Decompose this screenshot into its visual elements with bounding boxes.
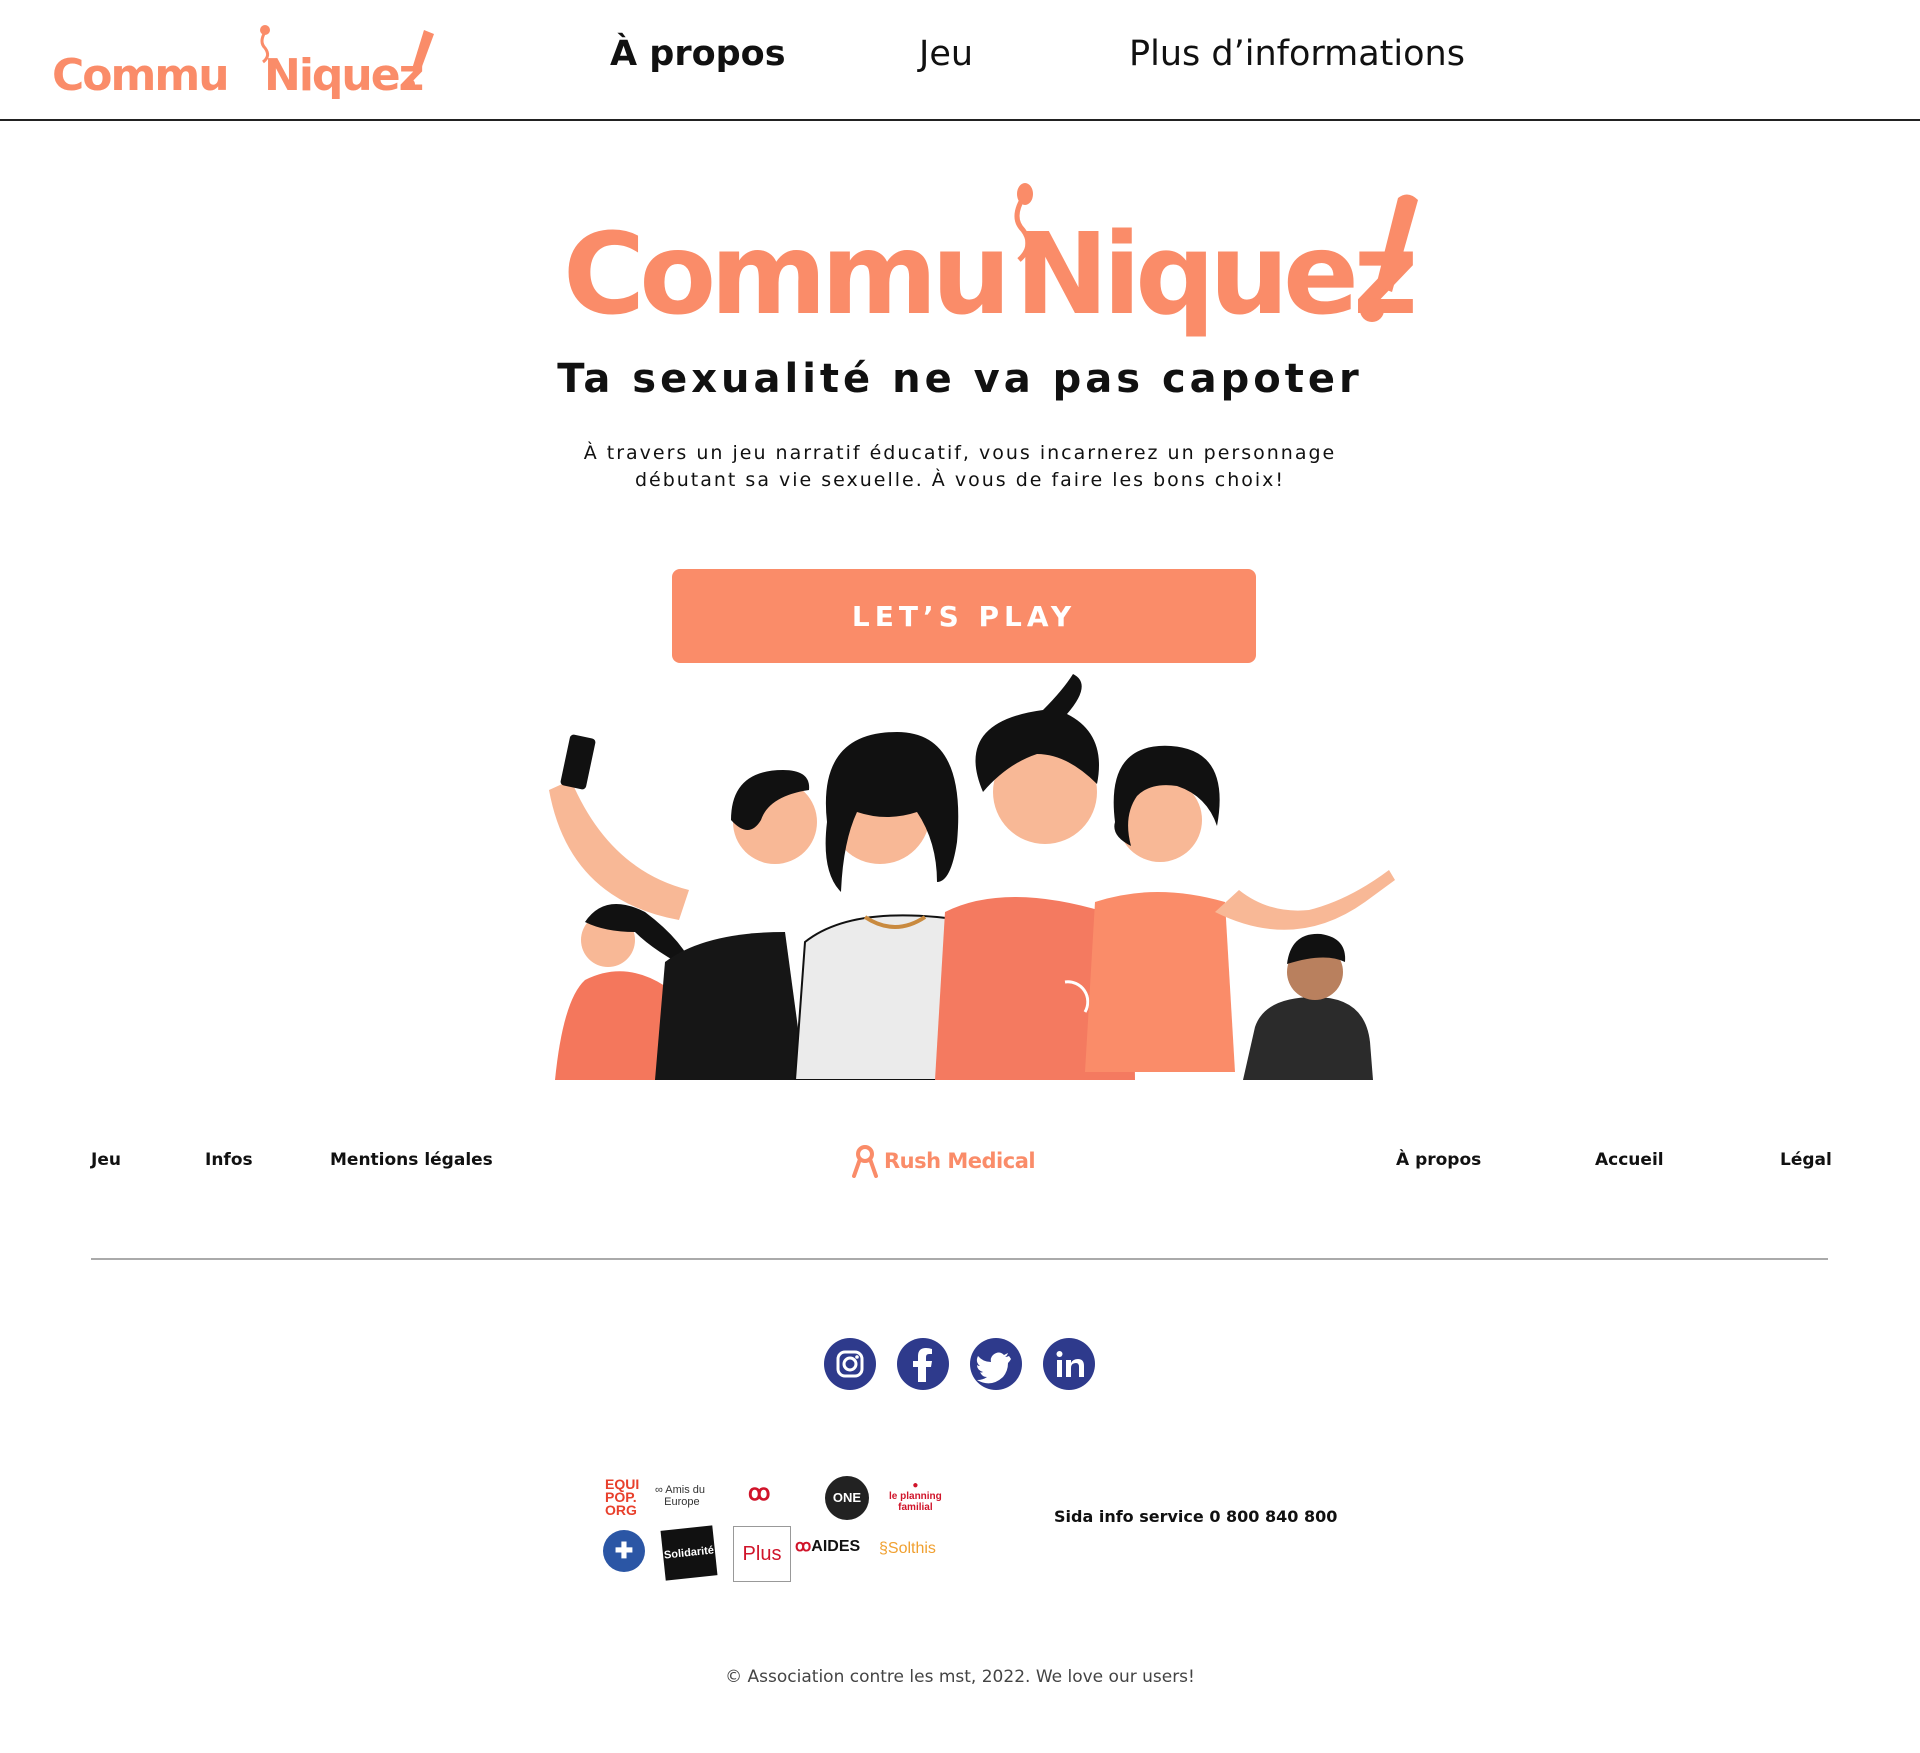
partner-logos: EQUI POP. ORG ∞ Amis du Europe ꝏ ONE ● le p… [603, 1474, 953, 1584]
hero-logo: Commu Niquez [563, 183, 1419, 340]
partner-medecins-du-monde: ✚ [603, 1530, 645, 1572]
facebook-icon[interactable] [897, 1338, 949, 1390]
partner-aides: ꝏAIDES [795, 1538, 861, 1555]
partner-planning-familial: ● le planning familial [889, 1480, 942, 1513]
lets-play-button[interactable]: LET’S PLAY [672, 569, 1256, 663]
hotline-text: Sida info service 0 800 840 800 [1054, 1507, 1338, 1526]
footer-divider [91, 1258, 1828, 1260]
footer-link-mentions-legales[interactable]: Mentions légales [330, 1150, 493, 1170]
svg-text:Niquez: Niquez [1015, 210, 1413, 340]
instagram-icon[interactable] [824, 1338, 876, 1390]
partner-plus: Plus [733, 1526, 791, 1582]
nav-link-plus-informations[interactable]: Plus d’informations [1129, 34, 1465, 74]
brand-logo[interactable]: Commu Niquez [52, 22, 452, 102]
partner-equipop: EQUI POP. ORG [605, 1476, 640, 1518]
partner-solidarite-sida: Solidarité [660, 1525, 718, 1581]
hero-tagline: Ta sexualité ne va pas capoter [557, 356, 1363, 402]
nav-link-jeu[interactable]: Jeu [919, 34, 973, 74]
hero-intro-line-2: débutant sa vie sexuelle. À vous de fair… [634, 469, 1286, 491]
footer-link-legal[interactable]: Légal [1780, 1150, 1832, 1170]
footer-link-jeu[interactable]: Jeu [91, 1150, 121, 1170]
hero-intro-line-1: À travers un jeu narratif éducatif, vous… [583, 442, 1337, 464]
svg-text:Commu: Commu [52, 50, 228, 101]
copyright-text: © Association contre les mst, 2022. We l… [725, 1667, 1195, 1687]
linkedin-icon[interactable] [1043, 1338, 1095, 1390]
nav-link-a-propos[interactable]: À propos [610, 34, 786, 74]
illustration-person-boy-right [1243, 933, 1373, 1080]
partner-sidaction: ꝏ [748, 1480, 771, 1505]
svg-text:Niquez: Niquez [264, 50, 423, 101]
footer-link-accueil[interactable]: Accueil [1595, 1150, 1664, 1170]
footer-link-infos[interactable]: Infos [205, 1150, 253, 1170]
rush-medical-logo[interactable]: Rush Medical [852, 1143, 1036, 1179]
svg-text:Commu: Commu [563, 210, 1005, 340]
rush-medical-label: Rush Medical [884, 1149, 1036, 1173]
footer-link-a-propos[interactable]: À propos [1396, 1150, 1481, 1170]
ribbon-icon [852, 1145, 878, 1178]
hero-intro: À travers un jeu narratif éducatif, vous… [560, 440, 1360, 494]
partner-solthis: §Solthis [879, 1540, 936, 1557]
twitter-icon[interactable] [970, 1338, 1022, 1390]
partner-amis-fonds-mondial: ∞ Amis du Europe [655, 1484, 706, 1508]
site-header: Commu Niquez À propos Jeu Plus d’informa… [0, 0, 1920, 121]
partner-one: ONE [825, 1476, 869, 1520]
friends-group-illustration [549, 674, 1395, 1080]
